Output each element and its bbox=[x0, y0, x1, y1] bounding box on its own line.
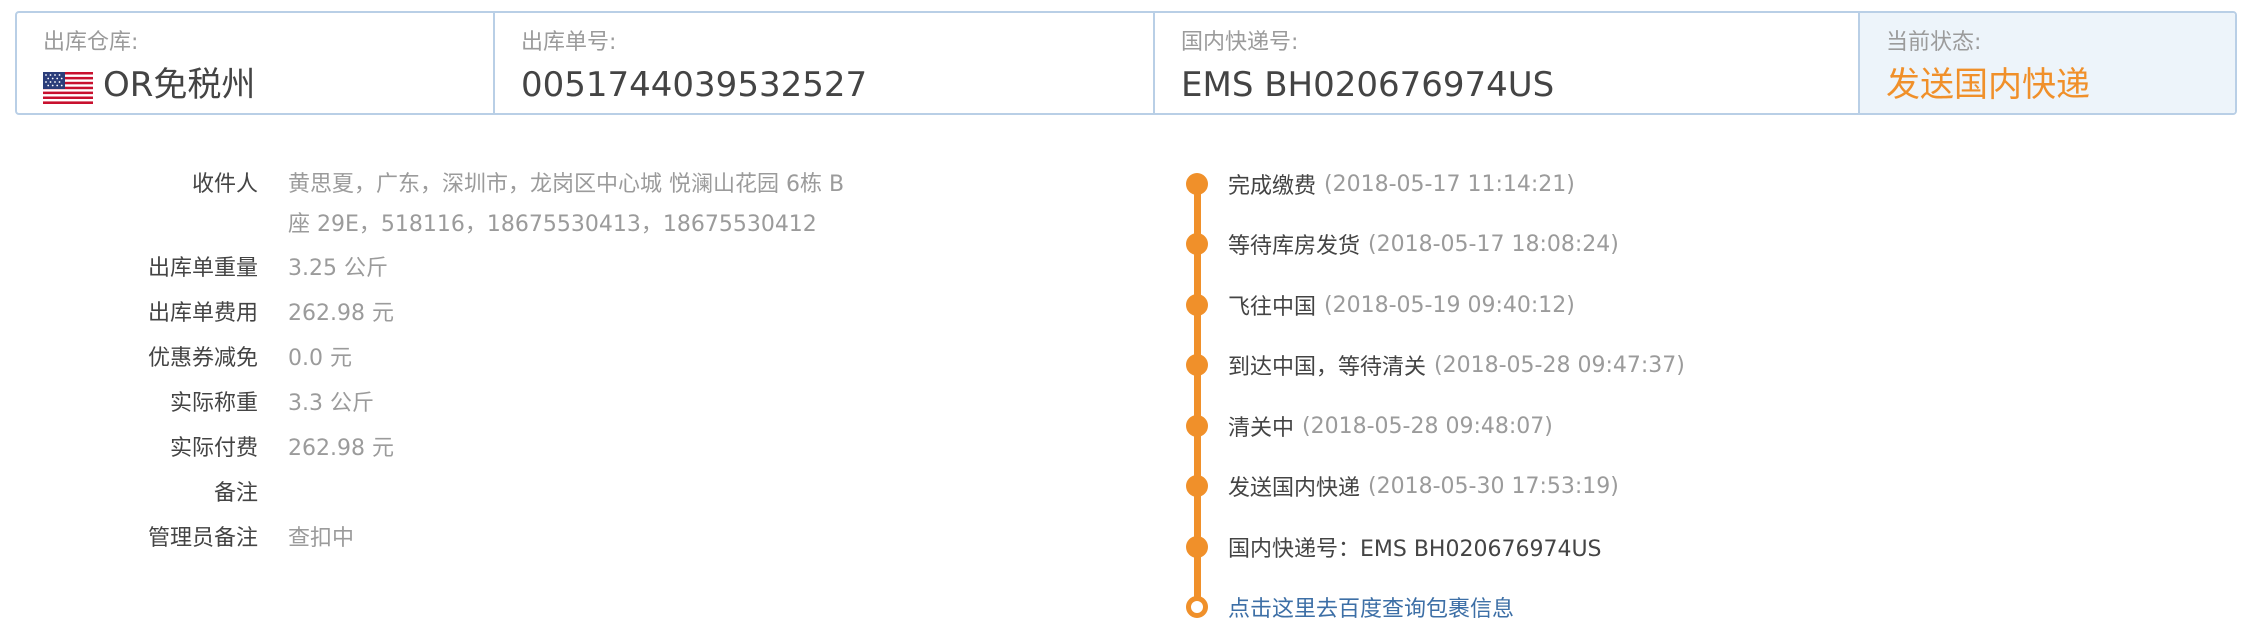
admin-remark-value: 查扣中 bbox=[288, 526, 355, 551]
recipient-value: 黄思夏，广东，深圳市，龙岗区中心城 悦澜山花园 6栋 B 座 29E，51811… bbox=[288, 165, 928, 245]
order-number-cell: 出库单号: 0051744039532527 bbox=[495, 13, 1155, 113]
timeline-dot-icon bbox=[1186, 294, 1208, 316]
timeline-event-time: (2018-05-30 17:53:19) bbox=[1368, 473, 1619, 499]
actual-paid-value: 262.98 元 bbox=[288, 436, 394, 461]
tracking-number-label: 国内快递号: bbox=[1181, 30, 1299, 55]
timeline-event-text: 发送国内快递 bbox=[1228, 476, 1361, 501]
order-number-label: 出库单号: bbox=[521, 30, 617, 55]
timeline-event-time: (2018-05-17 18:08:24) bbox=[1368, 231, 1619, 257]
recipient-row: 收件人 黄思夏，广东，深圳市，龙岗区中心城 悦澜山花园 6栋 B 座 29E，5… bbox=[0, 165, 1000, 245]
remark-label: 备注 bbox=[213, 481, 258, 506]
weight-label: 出库单重量 bbox=[147, 256, 258, 281]
warehouse-value: OR免税州 bbox=[103, 65, 256, 105]
timeline-dot-icon bbox=[1186, 233, 1208, 255]
order-details: 收件人 黄思夏，广东，深圳市，龙岗区中心城 悦澜山花园 6栋 B 座 29E，5… bbox=[0, 165, 1000, 559]
status-cell: 当前状态: 发送国内快递 bbox=[1860, 13, 2235, 113]
timeline-link-row: 点击这里去百度查询包裹信息 bbox=[1180, 587, 1514, 627]
actual-weight-row: 实际称重 3.3 公斤 bbox=[0, 384, 1000, 424]
timeline-event-text: 完成缴费 bbox=[1228, 174, 1317, 199]
baidu-tracking-link[interactable]: 点击这里去百度查询包裹信息 bbox=[1228, 591, 1514, 623]
status-label: 当前状态: bbox=[1886, 30, 1982, 55]
shipment-timeline: 完成缴费 (2018-05-17 11:14:21) 等待库房发货 (2018-… bbox=[1180, 160, 2180, 630]
recipient-label: 收件人 bbox=[191, 172, 258, 197]
admin-remark-row: 管理员备注 查扣中 bbox=[0, 519, 1000, 559]
timeline-event-time: (2018-05-17 11:14:21) bbox=[1324, 171, 1575, 197]
fee-row: 出库单费用 262.98 元 bbox=[0, 294, 1000, 334]
actual-paid-row: 实际付费 262.98 元 bbox=[0, 429, 1000, 469]
status-value: 发送国内快递 bbox=[1886, 65, 2090, 105]
timeline-event-text: 国内快递号：EMS BH020676974US bbox=[1228, 537, 1602, 562]
recipient-address-line1: 黄思夏，广东，深圳市，龙岗区中心城 悦澜山花园 6栋 B bbox=[288, 172, 845, 197]
weight-row: 出库单重量 3.25 公斤 bbox=[0, 249, 1000, 289]
timeline-event: 清关中 (2018-05-28 09:48:07) bbox=[1180, 406, 1553, 446]
actual-weight-label: 实际称重 bbox=[169, 391, 258, 416]
remark-value bbox=[288, 474, 928, 514]
actual-paid-label: 实际付费 bbox=[169, 436, 258, 461]
fee-label: 出库单费用 bbox=[147, 301, 258, 326]
timeline-event-time: (2018-05-28 09:48:07) bbox=[1302, 413, 1553, 439]
order-number-value: 0051744039532527 bbox=[521, 65, 868, 105]
timeline-dot-icon bbox=[1186, 415, 1208, 437]
actual-weight-value: 3.3 公斤 bbox=[288, 391, 374, 416]
warehouse-label: 出库仓库: bbox=[43, 30, 139, 55]
timeline-event-text: 飞往中国 bbox=[1228, 295, 1317, 320]
order-summary-bar: 出库仓库: OR免税州 出库单号: 0051744039532527 国内快递号… bbox=[15, 11, 2237, 115]
timeline-event: 国内快递号：EMS BH020676974US bbox=[1180, 527, 1610, 567]
timeline-event-text: 等待库房发货 bbox=[1228, 234, 1361, 259]
tracking-number-cell: 国内快递号: EMS BH020676974US bbox=[1155, 13, 1860, 113]
warehouse-cell: 出库仓库: OR免税州 bbox=[17, 13, 495, 113]
timeline-dot-icon bbox=[1186, 173, 1208, 195]
timeline-event-text: 清关中 bbox=[1228, 416, 1295, 441]
timeline-event: 等待库房发货 (2018-05-17 18:08:24) bbox=[1180, 224, 1619, 264]
warehouse-value-row: OR免税州 bbox=[43, 61, 467, 109]
admin-remark-label: 管理员备注 bbox=[147, 526, 258, 551]
timeline-event: 完成缴费 (2018-05-17 11:14:21) bbox=[1180, 164, 1575, 204]
coupon-label: 优惠券减免 bbox=[147, 346, 258, 371]
timeline-dot-icon bbox=[1186, 354, 1208, 376]
timeline-dot-icon bbox=[1186, 536, 1208, 558]
coupon-value: 0.0 元 bbox=[288, 346, 352, 371]
timeline-event-text: 到达中国，等待清关 bbox=[1228, 355, 1427, 380]
timeline-event-time: (2018-05-19 09:40:12) bbox=[1324, 292, 1575, 318]
us-flag-icon bbox=[43, 69, 93, 104]
timeline-dot-icon bbox=[1186, 475, 1208, 497]
tracking-number-value: EMS BH020676974US bbox=[1181, 65, 1555, 105]
weight-value: 3.25 公斤 bbox=[288, 256, 388, 281]
timeline-event: 到达中国，等待清关 (2018-05-28 09:47:37) bbox=[1180, 345, 1685, 385]
remark-row: 备注 bbox=[0, 474, 1000, 514]
timeline-event: 飞往中国 (2018-05-19 09:40:12) bbox=[1180, 285, 1575, 325]
timeline-end-dot-icon bbox=[1186, 596, 1208, 618]
timeline-event: 发送国内快递 (2018-05-30 17:53:19) bbox=[1180, 466, 1619, 506]
coupon-row: 优惠券减免 0.0 元 bbox=[0, 339, 1000, 379]
timeline-event-time: (2018-05-28 09:47:37) bbox=[1434, 352, 1685, 378]
fee-value: 262.98 元 bbox=[288, 301, 394, 326]
recipient-address-line2: 座 29E，518116，18675530413，18675530412 bbox=[288, 212, 817, 237]
